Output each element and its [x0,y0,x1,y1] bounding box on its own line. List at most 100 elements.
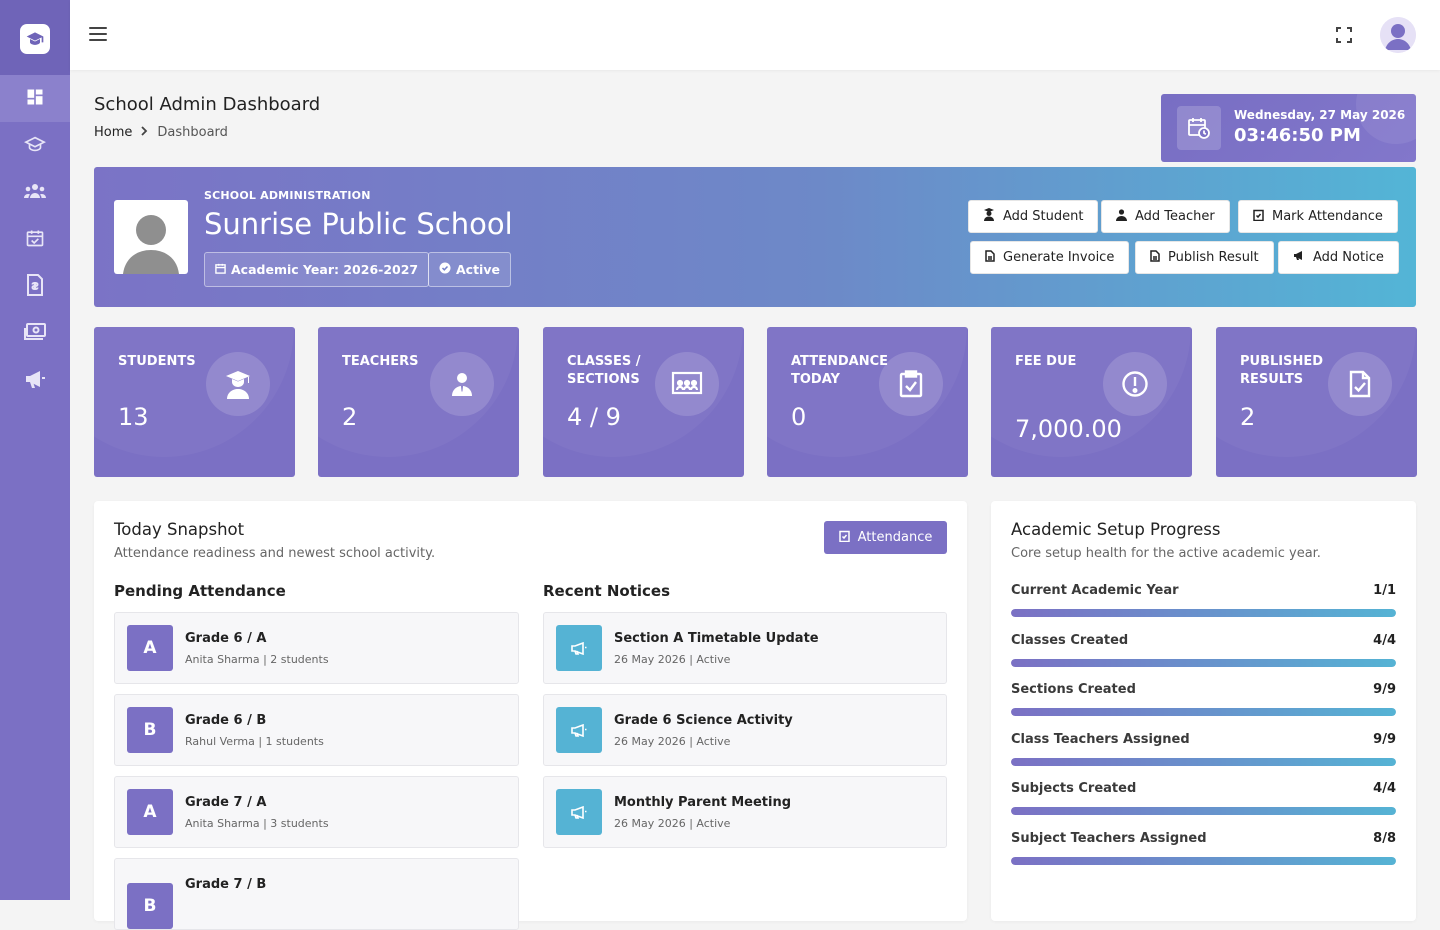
publish-result-button[interactable]: Publish Result [1135,241,1274,274]
item-subtitle: 26 May 2026 | Active [614,817,731,830]
pending-attendance-item[interactable]: B Grade 6 / B Rahul Verma | 1 students [114,694,519,766]
sidebar-item-academics[interactable] [0,122,70,169]
item-title: Grade 6 / A [185,631,267,646]
progress-label: Subjects Created [1011,781,1137,796]
recent-notices-title: Recent Notices [543,582,671,600]
snapshot-subtitle: Attendance readiness and newest school a… [114,546,436,561]
stat-label: TEACHERS [342,354,419,369]
breadcrumb-home-link[interactable]: Home [94,125,132,140]
calendar-check-icon [25,228,45,252]
progress-label: Subject Teachers Assigned [1011,831,1207,846]
graduation-cap-logo-icon [20,24,50,54]
academic-year-badge: Academic Year: 2026-2027 [204,252,430,287]
progress-label: Current Academic Year [1011,583,1179,598]
current-time: 03:46:50 PM [1234,125,1361,146]
invoice-icon [26,273,44,300]
sidebar-item-dashboard[interactable] [0,75,70,122]
snapshot-title: Today Snapshot [114,520,245,539]
attendance-button[interactable]: Attendance [824,521,947,554]
bullhorn-icon [556,789,602,835]
sidebar-item-invoices[interactable] [0,263,70,310]
progress-bar [1011,857,1396,865]
app-logo[interactable] [0,0,70,78]
add-notice-button[interactable]: Add Notice [1278,241,1399,274]
stat-value: 13 [118,403,149,431]
money-icon [23,322,47,346]
sidebar-item-people[interactable] [0,169,70,216]
stat-card-students[interactable]: STUDENTS 13 [94,327,295,477]
item-subtitle: Anita Sharma | 3 students [185,817,329,830]
school-name: Sunrise Public School [204,207,513,241]
page-title: School Admin Dashboard [94,94,321,115]
progress-bar [1011,758,1396,766]
stat-value: 2 [342,403,358,431]
item-title: Grade 7 / B [185,877,267,892]
notice-item[interactable]: Grade 6 Science Activity 26 May 2026 | A… [543,694,947,766]
bullhorn-icon [556,707,602,753]
top-bar [70,0,1440,70]
sidebar-item-attendance[interactable] [0,216,70,263]
generate-invoice-button[interactable]: Generate Invoice [970,241,1130,274]
stat-card-attendance[interactable]: ATTENDANCE TODAY 0 [767,327,968,477]
progress-label: Sections Created [1011,682,1136,697]
alert-circle-icon [1103,352,1167,416]
stat-card-classes[interactable]: CLASSES / SECTIONS 4 / 9 [543,327,744,477]
file-check-icon [1328,352,1392,416]
progress-value: 8/8 [1373,831,1396,846]
stat-card-results[interactable]: PUBLISHED RESULTS 2 [1216,327,1417,477]
progress-value: 1/1 [1373,583,1396,598]
section-badge: B [127,707,173,753]
user-tie-icon [1116,208,1127,225]
progress-label: Class Teachers Assigned [1011,732,1190,747]
item-subtitle: Anita Sharma | 2 students [185,653,329,666]
current-date: Wednesday, 27 May 2026 [1234,108,1406,122]
section-badge: A [127,789,173,835]
verified-badge-icon [439,262,451,277]
stat-card-teachers[interactable]: TEACHERS 2 [318,327,519,477]
menu-toggle-icon[interactable] [89,27,107,41]
stat-label: ATTENDANCE TODAY [791,354,888,387]
academic-setup-title: Academic Setup Progress [1011,520,1221,539]
bullhorn-icon [556,625,602,671]
sidebar-item-fees[interactable] [0,310,70,357]
progress-value: 4/4 [1373,633,1396,648]
pending-attendance-item[interactable]: A Grade 6 / A Anita Sharma | 2 students [114,612,519,684]
clipboard-check-icon [879,352,943,416]
add-student-button[interactable]: Add Student [968,200,1099,233]
add-teacher-button[interactable]: Add Teacher [1101,200,1230,233]
stat-value: 0 [791,403,807,431]
sidebar [0,0,70,900]
clipboard-check-icon [1253,209,1264,225]
graduate-icon [206,352,270,416]
progress-bar [1011,708,1396,716]
user-avatar[interactable] [1380,17,1416,53]
progress-bar [1011,659,1396,667]
school-banner: SCHOOL ADMINISTRATION Sunrise Public Sch… [94,167,1416,307]
pending-attendance-item[interactable]: A Grade 7 / A Anita Sharma | 3 students [114,776,519,848]
date-time-widget: Wednesday, 27 May 2026 03:46:50 PM [1161,94,1416,162]
progress-bar [1011,807,1396,815]
stat-label: STUDENTS [118,354,196,369]
bullhorn-icon [1293,250,1305,265]
dashboard-icon [25,87,45,111]
notice-item[interactable]: Section A Timetable Update 26 May 2026 |… [543,612,947,684]
megaphone-icon [24,369,46,393]
progress-label: Classes Created [1011,633,1129,648]
file-alt-icon [1150,249,1160,266]
mark-attendance-button[interactable]: Mark Attendance [1238,200,1398,233]
item-subtitle: 26 May 2026 | Active [614,653,731,666]
pending-attendance-item[interactable]: B Grade 7 / B [114,858,519,930]
school-photo-placeholder [114,200,188,274]
stat-label: PUBLISHED RESULTS [1240,354,1324,387]
banner-eyebrow: SCHOOL ADMINISTRATION [204,189,371,202]
stat-label: CLASSES / SECTIONS [567,354,641,387]
stat-card-fee-due[interactable]: FEE DUE 7,000.00 [991,327,1192,477]
calendar-clock-icon [1177,106,1221,150]
status-badge: Active [428,252,511,287]
fullscreen-icon[interactable] [1336,27,1352,43]
users-icon [23,181,47,205]
progress-value: 4/4 [1373,781,1396,796]
sidebar-item-notices[interactable] [0,357,70,404]
notice-item[interactable]: Monthly Parent Meeting 26 May 2026 | Act… [543,776,947,848]
calendar-icon [215,262,226,277]
